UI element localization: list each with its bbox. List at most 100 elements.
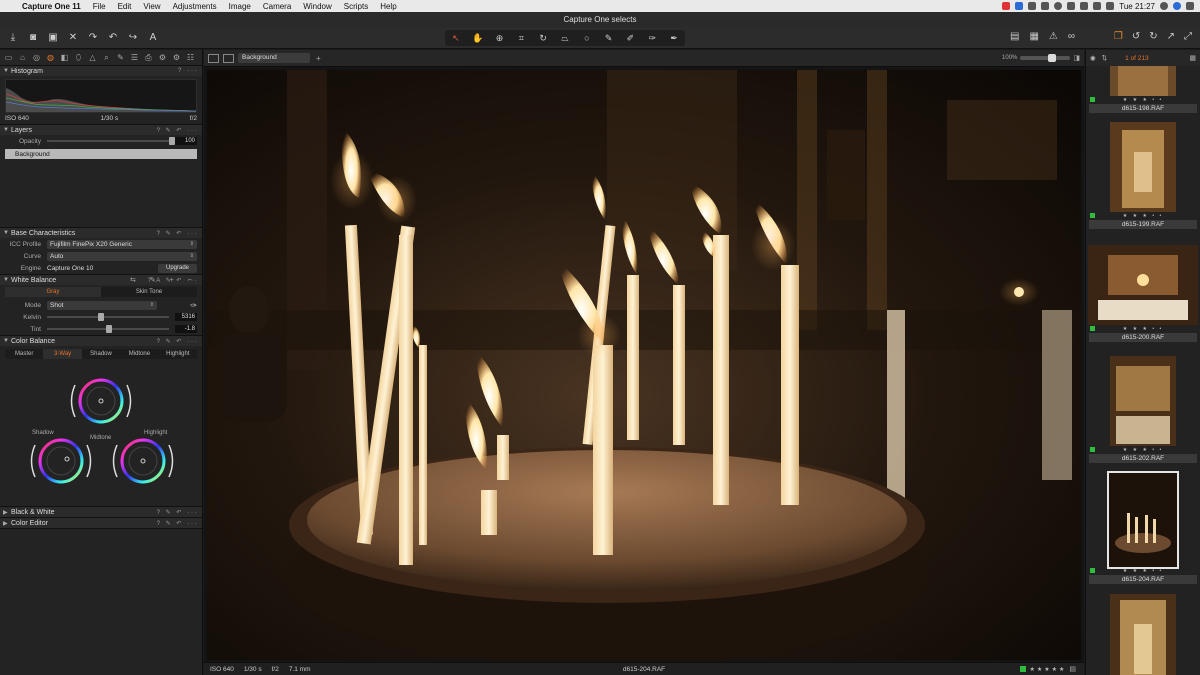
collapse-arrow-icon[interactable]: ▼: [3, 68, 11, 74]
brush-icon[interactable]: ✎: [602, 33, 616, 44]
composition-tab-icon[interactable]: △: [87, 52, 98, 63]
sort-icon[interactable]: ⇅: [1102, 54, 1107, 62]
collapse-arrow-icon[interactable]: ▼: [3, 338, 11, 344]
tab-highlight[interactable]: Highlight: [159, 349, 197, 359]
thumb-stars[interactable]: ★ ★ ★ • •: [1123, 326, 1164, 332]
menu-camera[interactable]: Camera: [257, 2, 297, 11]
eye-icon[interactable]: ◉: [1090, 54, 1096, 62]
menu-window[interactable]: Window: [297, 2, 337, 11]
menu-app-name[interactable]: Capture One 11: [22, 2, 87, 11]
thumb-stars[interactable]: ★ ★ ★ • •: [1123, 213, 1164, 219]
cloud-icon[interactable]: [1028, 2, 1037, 10]
add-layer-icon[interactable]: +: [316, 54, 321, 63]
eyedropper-icon[interactable]: ✑: [190, 301, 197, 310]
thumb-item[interactable]: ★ ★ ★ • • d615-202.RAF: [1087, 356, 1199, 463]
base-characteristics-header[interactable]: ▼ Base Characteristics ? ✎ ↶ ···: [0, 228, 202, 238]
upload-icon[interactable]: [1041, 2, 1050, 10]
viewer-layer-dropdown[interactable]: Background: [238, 53, 310, 63]
wifi-icon[interactable]: [1080, 2, 1089, 10]
annotate-icon[interactable]: ✒: [667, 33, 681, 44]
thumb-item[interactable]: ★ ★ ★ • • d615-200.RAF: [1087, 245, 1199, 342]
undo-icon[interactable]: ↶: [106, 31, 120, 45]
menu-clock[interactable]: Tue 21:27: [1119, 2, 1155, 11]
upgrade-button[interactable]: Upgrade: [157, 263, 197, 273]
menu-image[interactable]: Image: [223, 2, 257, 11]
single-view-icon[interactable]: [208, 53, 219, 63]
kelvin-slider[interactable]: [47, 313, 169, 321]
output-tab-icon[interactable]: ⎙: [143, 52, 154, 63]
green-tag-icon[interactable]: [1090, 213, 1095, 218]
midtone-wheel[interactable]: [70, 378, 132, 424]
thumb-image[interactable]: [1088, 245, 1198, 325]
eraser-icon[interactable]: ✑: [645, 33, 659, 44]
crop-icon[interactable]: ⌗: [514, 33, 528, 44]
local-adjustments-tab-icon[interactable]: ✎: [115, 52, 126, 63]
section-actions-icon[interactable]: ? ···: [178, 68, 199, 74]
zoom-icon[interactable]: ⊕: [493, 33, 507, 44]
opacity-value[interactable]: 100: [175, 137, 197, 145]
thumb-image[interactable]: [1110, 66, 1176, 96]
section-actions-icon[interactable]: ? ✎ ↶ ···: [157, 520, 199, 527]
multi-view-icon[interactable]: [223, 53, 234, 63]
expand-arrow-icon[interactable]: ▶: [3, 520, 11, 527]
section-actions-icon[interactable]: ? ✎ ↶ ···: [157, 509, 199, 516]
thumb-item[interactable]: ★ ★ ★ • • d615-198.RAF: [1087, 66, 1199, 113]
tint-value[interactable]: -1.8: [175, 325, 197, 333]
text-tool-icon[interactable]: A: [146, 31, 160, 45]
icc-profile-dropdown[interactable]: Fujifilm FinePix X20 Generic: [47, 239, 197, 249]
green-tag-icon[interactable]: [1090, 97, 1095, 102]
highlight-wheel[interactable]: [112, 438, 174, 484]
color-picker-icon[interactable]: ✐: [623, 33, 637, 44]
copy-adjustments-icon[interactable]: ❐: [1114, 31, 1123, 42]
thumb-image[interactable]: [1110, 356, 1176, 446]
exposure-tab-icon[interactable]: ◧: [59, 52, 70, 63]
details-tab-icon[interactable]: ⬯: [73, 52, 84, 63]
reset-icon[interactable]: ↺: [1132, 31, 1140, 42]
histogram-header[interactable]: ▼ Histogram ? ···: [0, 66, 202, 76]
apply-icon[interactable]: ↗: [1167, 31, 1175, 42]
menu-edit[interactable]: Edit: [112, 2, 138, 11]
tab-gray[interactable]: Gray: [5, 287, 101, 297]
lens-tab-icon[interactable]: ◎: [31, 52, 42, 63]
expand-arrow-icon[interactable]: ▶: [3, 509, 11, 516]
wb-mode-dropdown[interactable]: Shot: [47, 300, 157, 310]
green-tag-icon[interactable]: [1020, 666, 1027, 672]
tab-master[interactable]: Master: [5, 349, 43, 359]
thumb-stars[interactable]: ★ ★ ★ • •: [1123, 568, 1164, 574]
menu-help[interactable]: Help: [374, 2, 402, 11]
curve-dropdown[interactable]: Auto: [47, 251, 197, 261]
grid-icon[interactable]: ▦: [1029, 31, 1038, 42]
opacity-knob[interactable]: [169, 137, 175, 145]
dropbox-icon[interactable]: [1015, 2, 1024, 10]
spot-removal-icon[interactable]: ○: [580, 33, 594, 43]
library-tab-icon[interactable]: ▭: [3, 52, 14, 63]
proof-icon[interactable]: ▤: [1010, 31, 1019, 42]
styles-tab-icon[interactable]: ☷: [185, 52, 196, 63]
thumb-item-selected[interactable]: ★ ★ ★ • • d615-204.RAF: [1087, 471, 1199, 584]
color-tab-icon[interactable]: ◍: [45, 52, 56, 63]
thumb-stars[interactable]: ★ ★ ★ • •: [1123, 447, 1164, 453]
time-machine-icon[interactable]: [1054, 2, 1063, 10]
green-tag-icon[interactable]: [1090, 447, 1095, 452]
green-tag-icon[interactable]: [1090, 568, 1095, 573]
menu-adjustments[interactable]: Adjustments: [167, 2, 223, 11]
siri-icon[interactable]: [1173, 2, 1181, 10]
tab-midtone[interactable]: Midtone: [120, 349, 158, 359]
capture-icon[interactable]: ◙: [26, 31, 40, 45]
menu-file[interactable]: File: [87, 2, 112, 11]
section-actions-icon[interactable]: ? ✎ ↶ ···: [157, 230, 199, 237]
black-white-header[interactable]: ▶ Black & White ? ✎ ↶ ···: [0, 507, 202, 517]
bluetooth-icon[interactable]: [1067, 2, 1076, 10]
color-editor-header[interactable]: ▶ Color Editor ? ✎ ↶ ···: [0, 518, 202, 528]
rating-stars-icon[interactable]: ★★★★★: [1029, 666, 1066, 673]
tint-knob[interactable]: [105, 325, 112, 333]
layer-actions[interactable]: ⇆ ✎ + −: [130, 276, 198, 284]
adjustments-tab-icon[interactable]: ⚙: [157, 52, 168, 63]
search-icon[interactable]: [1160, 2, 1168, 10]
collapse-arrow-icon[interactable]: ▼: [3, 230, 11, 236]
section-actions-icon[interactable]: ? ✎ ↶ ···: [157, 127, 199, 134]
green-tag-icon[interactable]: [1090, 326, 1095, 331]
kelvin-knob[interactable]: [98, 313, 105, 321]
delete-icon[interactable]: ✕: [66, 31, 80, 45]
flag-icon[interactable]: [1002, 2, 1011, 10]
